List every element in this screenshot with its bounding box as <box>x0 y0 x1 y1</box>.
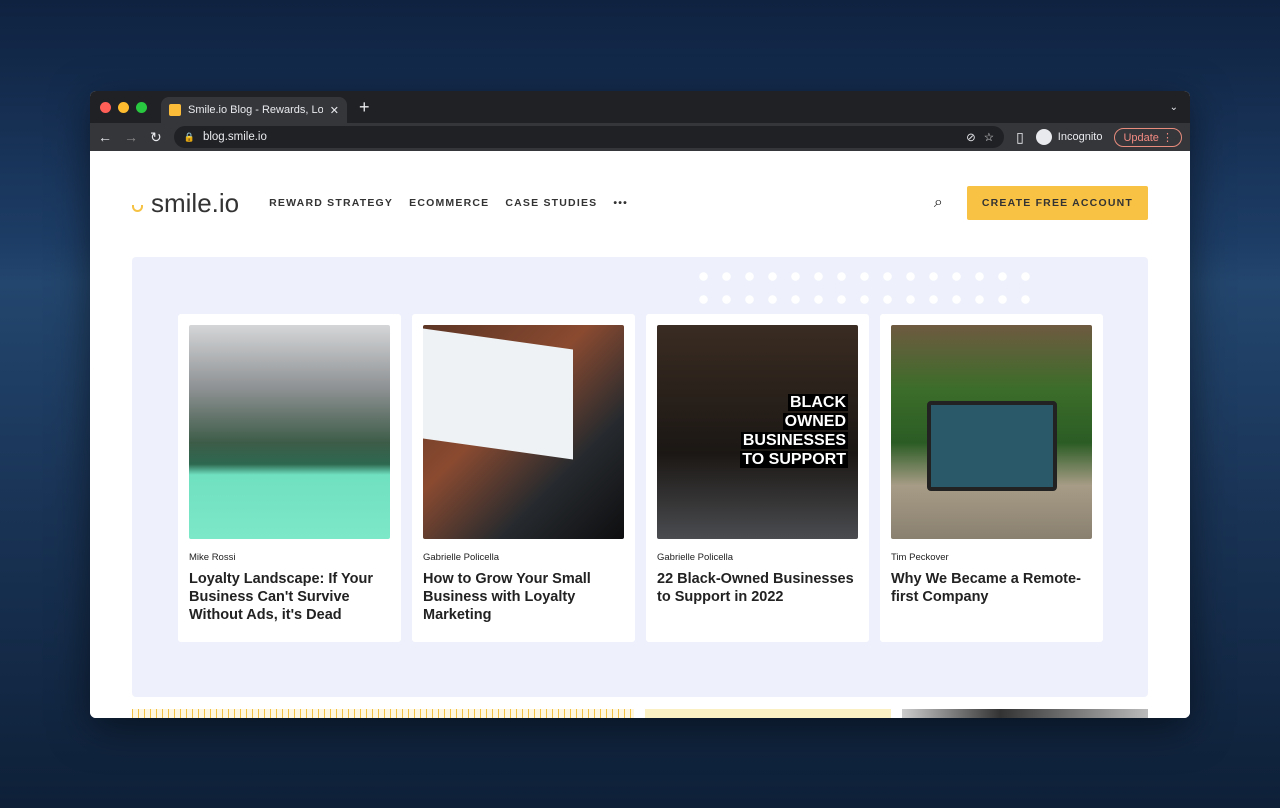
url-text[interactable]: blog.smile.io <box>203 131 267 143</box>
post-author[interactable]: Gabrielle Policella <box>423 552 624 563</box>
main-nav: REWARD STRATEGY ECOMMERCE CASE STUDIES •… <box>269 197 628 209</box>
post-card[interactable]: Tim Peckover Why We Became a Remote-firs… <box>880 314 1103 642</box>
update-label: Update <box>1123 131 1159 144</box>
close-tab-icon[interactable]: ✕ <box>330 104 339 117</box>
post-image[interactable] <box>891 325 1092 539</box>
reload-icon[interactable]: ↻ <box>150 129 162 146</box>
nav-reward-strategy[interactable]: REWARD STRATEGY <box>269 197 393 209</box>
window-controls <box>100 101 147 113</box>
post-author[interactable]: Gabrielle Policella <box>657 552 858 563</box>
dot-pattern <box>692 265 1042 305</box>
maximize-window-button[interactable] <box>136 101 147 113</box>
next-post-image[interactable] <box>645 709 891 718</box>
post-image[interactable] <box>189 325 390 539</box>
post-title[interactable]: 22 Black-Owned Businesses to Support in … <box>657 570 858 606</box>
post-title[interactable]: Why We Became a Remote-first Company <box>891 570 1092 606</box>
post-image[interactable] <box>423 325 624 539</box>
address-bar[interactable]: 🔒 blog.smile.io ⊘ ☆ <box>173 126 1005 148</box>
create-account-button[interactable]: CREATE FREE ACCOUNT <box>966 186 1148 220</box>
next-post-image[interactable] <box>902 709 1148 718</box>
star-icon[interactable]: ☆ <box>984 130 994 144</box>
featured-posts: Mike Rossi Loyalty Landscape: If Your Bu… <box>132 257 1148 697</box>
tab-bar: Smile.io Blog - Rewards, Loyalty ✕ + ⌄ <box>90 91 1190 123</box>
post-title[interactable]: How to Grow Your Small Business with Loy… <box>423 570 624 624</box>
close-window-button[interactable] <box>100 101 111 113</box>
tab-title: Smile.io Blog - Rewards, Loyalty <box>188 104 323 116</box>
browser-window: Smile.io Blog - Rewards, Loyalty ✕ + ⌄ ←… <box>90 91 1190 718</box>
browser-toolbar: ← → ↻ 🔒 blog.smile.io ⊘ ☆ ▯ Incognito Up… <box>90 123 1190 151</box>
post-image[interactable]: BLACK OWNED BUSINESSES TO SUPPORT <box>657 325 858 539</box>
search-icon[interactable]: ⌕ <box>934 194 943 212</box>
post-card[interactable]: Mike Rossi Loyalty Landscape: If Your Bu… <box>178 314 401 642</box>
eye-off-icon[interactable]: ⊘ <box>966 130 976 144</box>
new-tab-icon[interactable]: + <box>359 97 370 118</box>
post-card[interactable]: BLACK OWNED BUSINESSES TO SUPPORT Gabrielle… <box>646 314 869 642</box>
lock-icon: 🔒 <box>183 131 195 142</box>
image-caption: BLACK OWNED BUSINESSES TO SUPPORT <box>740 394 848 468</box>
post-author[interactable]: Mike Rossi <box>189 552 390 563</box>
nav-ecommerce[interactable]: ECOMMERCE <box>409 197 489 209</box>
page-content: smile.io REWARD STRATEGY ECOMMERCE CASE … <box>90 151 1190 718</box>
favicon-icon <box>169 104 181 116</box>
post-author[interactable]: Tim Peckover <box>891 552 1092 563</box>
nav-more[interactable]: ••• <box>613 197 628 209</box>
minimize-window-button[interactable] <box>118 101 129 113</box>
incognito-icon <box>1035 129 1052 145</box>
logo-text: smile.io <box>151 187 240 218</box>
tab-search-chevron-icon[interactable]: ⌄ <box>1170 102 1178 113</box>
nav-case-studies[interactable]: CASE STUDIES <box>505 197 597 209</box>
profile-label: Incognito <box>1057 131 1103 143</box>
side-panel-icon[interactable]: ▯ <box>1016 129 1024 146</box>
next-post-image[interactable] <box>132 709 634 718</box>
back-icon[interactable]: ← <box>98 129 112 145</box>
logo[interactable]: smile.io <box>132 188 239 219</box>
site-header: smile.io REWARD STRATEGY ECOMMERCE CASE … <box>132 183 1148 223</box>
forward-icon[interactable]: → <box>124 129 138 145</box>
browser-tab[interactable]: Smile.io Blog - Rewards, Loyalty ✕ <box>161 97 347 123</box>
post-card[interactable]: Gabrielle Policella How to Grow Your Sma… <box>412 314 635 642</box>
post-title[interactable]: Loyalty Landscape: If Your Business Can'… <box>189 570 390 624</box>
smile-icon <box>132 204 143 212</box>
profile-button[interactable]: Incognito <box>1035 129 1103 145</box>
update-button[interactable]: Update ⋮ <box>1114 127 1182 147</box>
